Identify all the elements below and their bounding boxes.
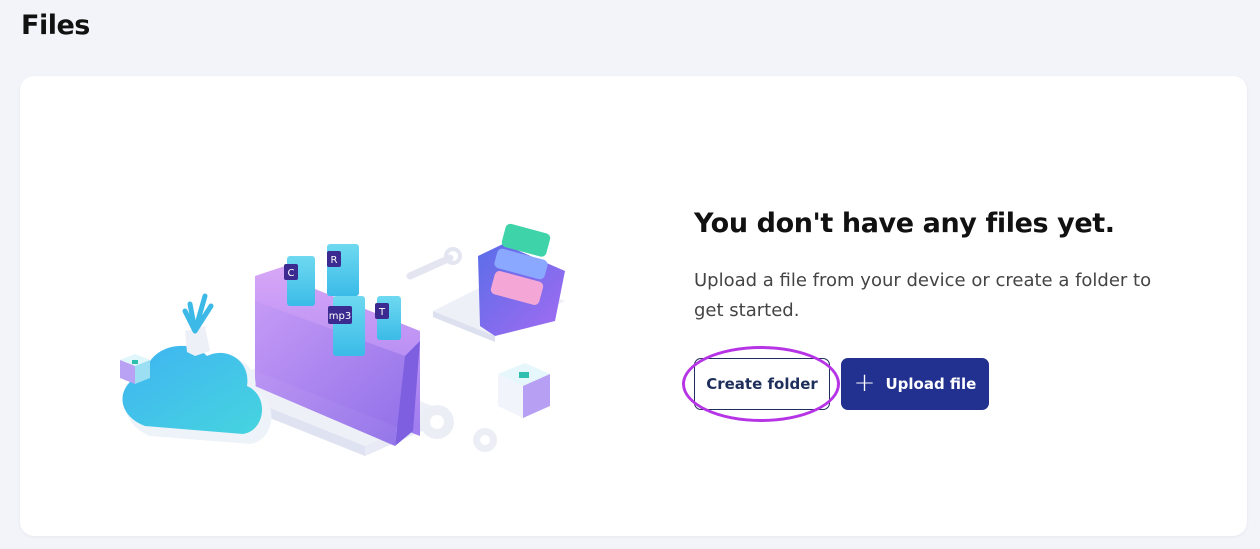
create-folder-button[interactable]: Create folder [694,358,830,410]
empty-state-actions: Create folder + Upload file [682,346,1214,422]
empty-state-description: Upload a file from your device or create… [694,270,1152,321]
page-title: Files [21,10,90,41]
create-folder-label: Create folder [706,375,818,393]
file-tag-c-label: C [288,268,295,279]
file-tag-mp3-label: mp3 [329,311,351,322]
laptop-icon [433,223,565,342]
plus-icon: + [853,368,876,398]
gears-icon [420,405,497,452]
file-tag-r-label: R [331,255,338,266]
wrench-icon [406,247,462,280]
file-tag-mp3-icon: mp3 [328,296,365,356]
file-tag-r-icon: R [327,244,359,296]
upload-file-label: Upload file [885,375,977,393]
empty-state-title: You don't have any files yet. [694,208,1115,239]
cube-icon [120,354,150,384]
upload-file-button[interactable]: + Upload file [841,358,989,410]
server-cube-icon [498,363,550,418]
file-tag-t-icon: T [375,296,401,340]
plant-icon [182,293,214,356]
empty-state-card: C R mp3 T You don't have any files yet. … [20,76,1247,536]
file-tag-c-icon: C [284,256,315,306]
file-tag-t-label: T [378,307,386,318]
empty-files-illustration: C R mp3 T [120,223,565,456]
empty-state: You don't have any files yet. Upload a f… [682,206,1214,422]
